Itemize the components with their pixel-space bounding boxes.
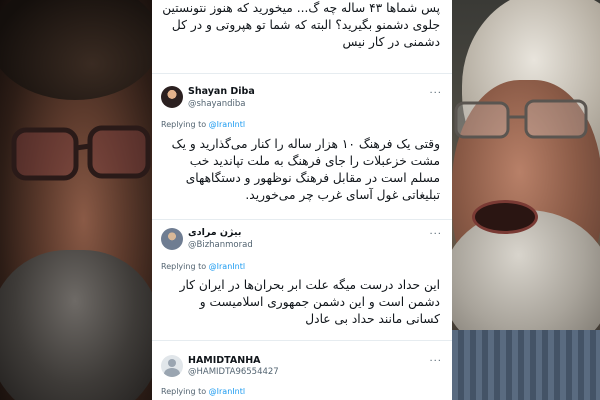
avatar[interactable] — [161, 228, 183, 250]
author-name[interactable]: Shayan Diba — [188, 86, 255, 97]
replying-to-label: Replying to — [161, 387, 209, 396]
author-handle[interactable]: @Bizhanmorad — [188, 240, 253, 250]
tweet-divider — [152, 73, 452, 74]
tweet-divider — [152, 340, 452, 341]
tweet-text: وقتی یک فرهنگ ۱۰ هزار ساله را کنار می‌گذ… — [171, 137, 440, 202]
more-options-icon[interactable]: ··· — [429, 88, 442, 99]
more-options-icon[interactable]: ··· — [429, 229, 442, 240]
tweet-thread-panel: پس شماها ۴۳ ساله چه گ... میخورید که هنوز… — [152, 0, 452, 400]
mention-link[interactable]: @IranIntl — [209, 120, 245, 129]
right-portrait-photo — [452, 0, 600, 400]
author-name[interactable]: بیژن مرادی — [188, 227, 241, 238]
replying-to-label: Replying to — [161, 120, 209, 129]
avatar[interactable] — [161, 86, 183, 108]
default-avatar-icon[interactable] — [161, 355, 183, 377]
replying-to-line: Replying to @IranIntl — [161, 387, 245, 396]
more-options-icon[interactable]: ··· — [429, 356, 442, 367]
right-portrait-shirt — [452, 330, 600, 400]
left-portrait-photo — [0, 0, 152, 400]
tweet-divider — [152, 219, 452, 220]
author-handle[interactable]: @HAMIDTA96554427 — [188, 367, 279, 377]
replying-to-line: Replying to @IranIntl — [161, 120, 245, 129]
left-portrait-beard — [0, 250, 152, 400]
replying-to-label: Replying to — [161, 262, 209, 271]
right-portrait-mouth — [472, 200, 538, 234]
author-name[interactable]: HAMIDTANHA — [188, 355, 261, 366]
author-handle[interactable]: @shayandiba — [188, 99, 246, 109]
mention-link[interactable]: @IranIntl — [209, 262, 245, 271]
mention-link[interactable]: @IranIntl — [209, 387, 245, 396]
right-portrait-glasses — [454, 99, 588, 139]
left-portrait-hair — [0, 0, 152, 100]
left-portrait-glasses — [11, 125, 151, 181]
tweet-text: پس شماها ۴۳ ساله چه گ... میخورید که هنوز… — [162, 1, 440, 49]
tweet-text: این حداد درست میگه علت ابر بحران‌ها در ا… — [179, 278, 440, 326]
replying-to-line: Replying to @IranIntl — [161, 262, 245, 271]
